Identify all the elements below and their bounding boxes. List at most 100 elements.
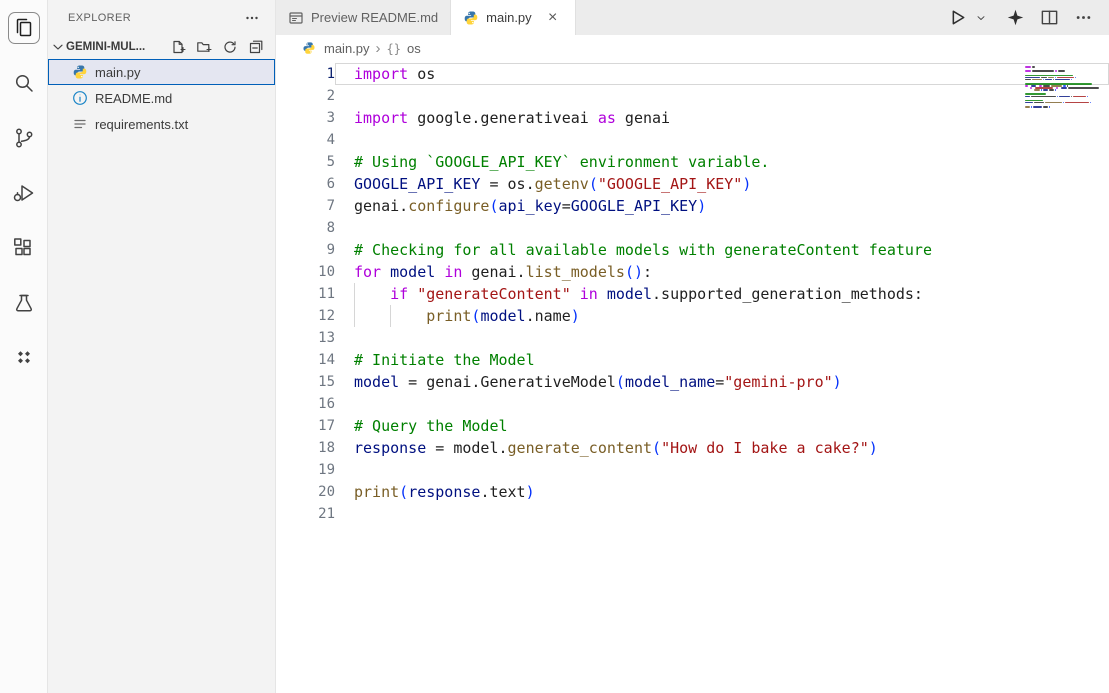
code-line[interactable]: 11 if "generateContent" in model.support… — [276, 283, 1109, 305]
new-file-button[interactable] — [167, 36, 189, 58]
code-token: model — [480, 307, 525, 325]
code-token: in — [580, 285, 598, 303]
activity-item-source-control[interactable] — [0, 110, 47, 165]
code-line[interactable]: 17# Query the Model — [276, 415, 1109, 437]
indent-guide — [390, 305, 391, 327]
activity-item-search[interactable] — [0, 55, 47, 110]
indent-guide — [354, 305, 355, 327]
tab-bar: Preview README.mdmain.py× — [276, 0, 1109, 35]
line-number[interactable]: 20 — [276, 481, 335, 503]
collapse-folders-button[interactable] — [245, 36, 267, 58]
activity-item-testing[interactable] — [0, 275, 47, 330]
file-item-main-py[interactable]: main.py — [48, 59, 275, 85]
code-line[interactable]: 5 # Using `GOOGLE_API_KEY` environment va… — [276, 151, 1109, 173]
code-token: GOOGLE_API_KEY — [571, 197, 697, 215]
code-token: genai. — [462, 263, 525, 281]
code-line[interactable]: 14# Initiate the Model — [276, 349, 1109, 371]
file-item-requirements-txt[interactable]: requirements.txt — [48, 111, 275, 137]
code-line[interactable]: 21 — [276, 503, 1109, 525]
code-line[interactable]: 1import os — [276, 63, 1109, 85]
line-number[interactable]: 15 — [276, 371, 335, 393]
code-line[interactable]: 10for model in genai.list_models(): — [276, 261, 1109, 283]
code-token: "gemini-pro" — [724, 373, 832, 391]
line-number[interactable]: 7 — [276, 195, 335, 217]
line-number[interactable]: 10 — [276, 261, 335, 283]
code-line[interactable]: 7genai.configure(api_key=GOOGLE_API_KEY) — [276, 195, 1109, 217]
code-lines: 1import os23import google.generativeai a… — [276, 62, 1109, 693]
vscode-window: EXPLORER GEMINI-MUL... main.pyREADME.mdr… — [0, 0, 1109, 693]
line-number[interactable]: 3 — [276, 107, 335, 129]
search-icon — [9, 68, 39, 98]
line-number[interactable]: 8 — [276, 217, 335, 239]
line-number[interactable]: 14 — [276, 349, 335, 371]
activity-item-extensions[interactable] — [0, 220, 47, 275]
tab-main-py[interactable]: main.py× — [451, 0, 576, 35]
code-line[interactable]: 4 — [276, 129, 1109, 151]
code-token: ) — [526, 483, 535, 501]
tab-preview-readme-md[interactable]: Preview README.md — [276, 0, 451, 35]
line-number[interactable]: 17 — [276, 415, 335, 437]
line-text: print(model.name) — [335, 305, 1109, 327]
run-dropdown-button[interactable] — [969, 6, 993, 30]
code-token: = — [562, 197, 571, 215]
code-token: print — [354, 483, 399, 501]
code-line[interactable]: 18response = model.generate_content("How… — [276, 437, 1109, 459]
close-tab-button[interactable]: × — [543, 8, 563, 28]
code-line[interactable]: 2 — [276, 85, 1109, 107]
line-number[interactable]: 18 — [276, 437, 335, 459]
more-editor-actions-button[interactable] — [1071, 6, 1095, 30]
line-number[interactable]: 11 — [276, 283, 335, 305]
code-line[interactable]: 12 print(model.name) — [276, 305, 1109, 327]
code-token: model — [607, 285, 652, 303]
explorer-more-actions-button[interactable] — [241, 7, 263, 29]
code-token: : — [643, 263, 652, 281]
file-item-readme-md[interactable]: README.md — [48, 85, 275, 111]
testing-icon — [9, 288, 39, 318]
code-token: for — [354, 263, 381, 281]
folder-name: GEMINI-MUL... — [66, 41, 167, 53]
minimap[interactable] — [1021, 64, 1107, 112]
line-number[interactable]: 9 — [276, 239, 335, 261]
activity-item-run-and-debug[interactable] — [0, 165, 47, 220]
line-number[interactable]: 19 — [276, 459, 335, 481]
code-line[interactable]: 15model = genai.GenerativeModel(model_na… — [276, 371, 1109, 393]
code-line[interactable]: 3import google.generativeai as genai — [276, 107, 1109, 129]
code-line[interactable]: 13 — [276, 327, 1109, 349]
code-token: # Using `GOOGLE_API_KEY` environment var… — [354, 153, 769, 171]
breadcrumb-file[interactable]: main.py — [324, 41, 370, 56]
code-token: import — [354, 65, 408, 83]
line-number[interactable]: 12 — [276, 305, 335, 327]
new-folder-button[interactable] — [193, 36, 215, 58]
source-control-icon — [9, 123, 39, 153]
line-number[interactable]: 5 — [276, 151, 335, 173]
line-number[interactable]: 4 — [276, 129, 335, 151]
code-line[interactable]: 20print(response.text) — [276, 481, 1109, 503]
activity-item-gemini-extension[interactable] — [0, 330, 47, 385]
sparkle-action-button[interactable] — [1003, 6, 1027, 30]
line-text: import google.generativeai as genai — [335, 107, 1109, 129]
split-editor-button[interactable] — [1037, 6, 1061, 30]
line-number[interactable]: 16 — [276, 393, 335, 415]
line-number[interactable]: 21 — [276, 503, 335, 525]
code-line[interactable]: 9# Checking for all available models wit… — [276, 239, 1109, 261]
code-token: model — [354, 373, 399, 391]
folder-section-header[interactable]: GEMINI-MUL... — [48, 35, 275, 59]
refresh-explorer-button[interactable] — [219, 36, 241, 58]
breadcrumb-symbol[interactable]: os — [407, 41, 421, 56]
code-line[interactable]: 8 — [276, 217, 1109, 239]
code-line[interactable]: 19 — [276, 459, 1109, 481]
activity-item-explorer[interactable] — [0, 0, 47, 55]
code-token — [571, 285, 580, 303]
run-python-file-button[interactable] — [945, 6, 969, 30]
code-line[interactable]: 6GOOGLE_API_KEY = os.getenv("GOOGLE_API_… — [276, 173, 1109, 195]
line-number[interactable]: 2 — [276, 85, 335, 107]
code-editor[interactable]: 1import os23import google.generativeai a… — [276, 62, 1109, 693]
code-line[interactable]: 16 — [276, 393, 1109, 415]
code-token: ( — [489, 197, 498, 215]
code-token: () — [625, 263, 643, 281]
line-number[interactable]: 13 — [276, 327, 335, 349]
line-number[interactable]: 1 — [276, 63, 335, 85]
line-number[interactable]: 6 — [276, 173, 335, 195]
code-token: ) — [742, 175, 751, 193]
code-token: = os. — [480, 175, 534, 193]
